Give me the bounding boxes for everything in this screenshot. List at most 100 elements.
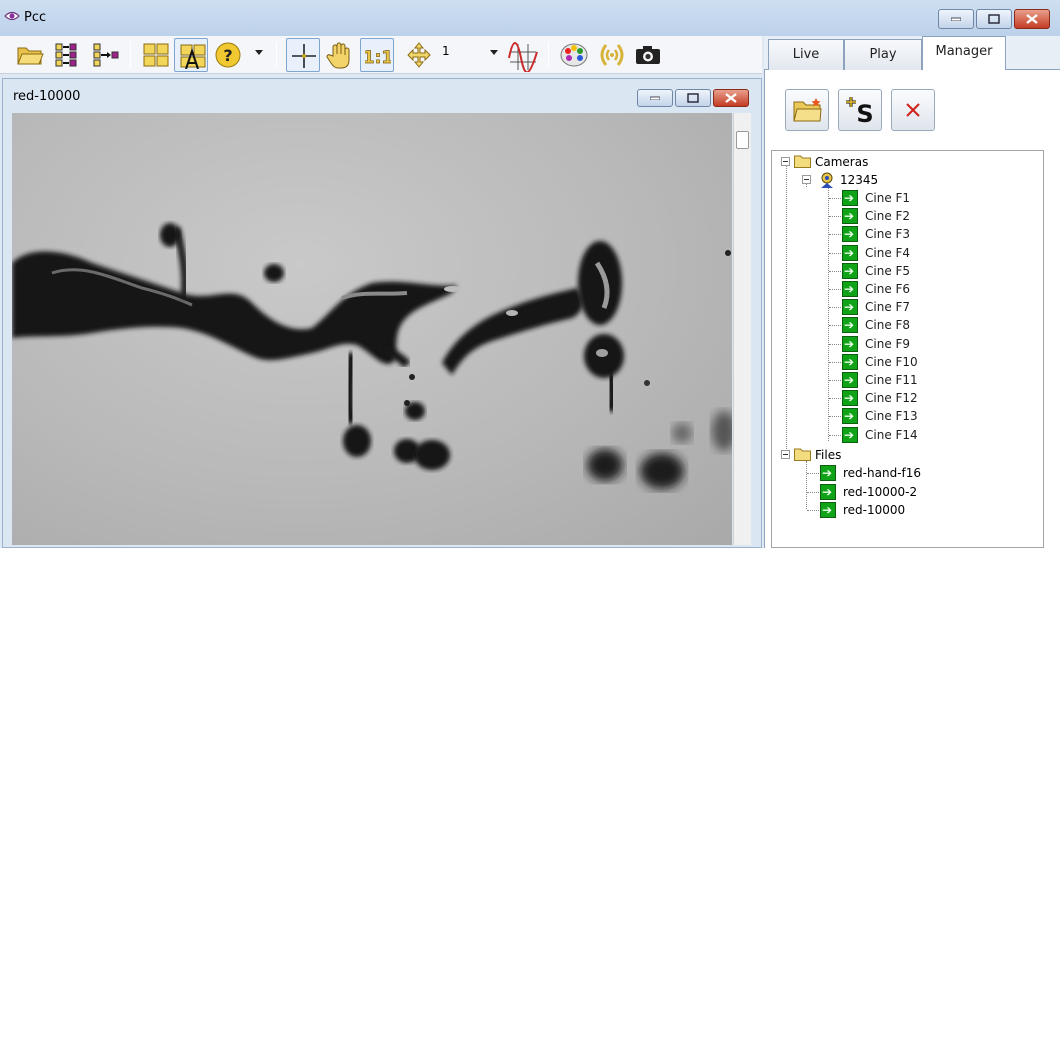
viewer-vertical-scrollbar[interactable] bbox=[733, 113, 751, 545]
app-window: Pcc ? 1:1 1 red-10000 Live Play Manager … bbox=[0, 0, 1060, 548]
side-panel: Live Play Manager S Cameras 12345 ➔ Cine… bbox=[764, 36, 1060, 548]
annotate-button[interactable] bbox=[174, 38, 208, 72]
tree-node-cine[interactable]: Cine F7 bbox=[772, 298, 1032, 316]
tree-node-cameras[interactable]: Cameras bbox=[772, 153, 1032, 171]
tree-label-cine: Cine F6 bbox=[865, 282, 911, 296]
tree-node-cine[interactable]: Cine F8 bbox=[772, 316, 1032, 334]
tree-node-cine[interactable]: Cine F3 bbox=[772, 225, 1032, 243]
tree-node-cine[interactable]: Cine F1 bbox=[772, 189, 1032, 207]
tree-label-cameras: Cameras bbox=[815, 155, 869, 169]
svg-text:?: ? bbox=[223, 46, 232, 65]
tree-node-cine[interactable]: Cine F2 bbox=[772, 207, 1032, 225]
add-s-icon: S bbox=[846, 97, 874, 125]
viewer-close-button[interactable] bbox=[713, 89, 749, 107]
viewer-minimize-button[interactable] bbox=[637, 89, 673, 107]
help-dropdown-arrow[interactable] bbox=[255, 50, 263, 55]
scrollbar-thumb[interactable] bbox=[736, 131, 749, 149]
tree-label-cine: Cine F10 bbox=[865, 354, 918, 369]
move-button[interactable] bbox=[402, 38, 436, 72]
tree-line bbox=[829, 398, 841, 400]
main-toolbar: ? 1:1 1 bbox=[0, 36, 762, 74]
cine-arrow-icon bbox=[842, 280, 858, 298]
crosshair-button[interactable] bbox=[286, 38, 320, 72]
tab-play[interactable]: Play bbox=[844, 39, 922, 70]
cine-arrow-icon bbox=[842, 389, 858, 407]
annotate-icon bbox=[180, 44, 206, 69]
tile-button[interactable] bbox=[138, 38, 172, 72]
minimize-button[interactable] bbox=[938, 9, 974, 29]
list-arrow-icon bbox=[93, 43, 119, 67]
tree-node-cine[interactable]: Cine F6 bbox=[772, 280, 1032, 298]
delete-button[interactable] bbox=[891, 89, 935, 131]
color-palette-button[interactable] bbox=[556, 38, 590, 72]
splash-image bbox=[12, 223, 732, 489]
crosshair-icon bbox=[292, 44, 316, 68]
help-button[interactable]: ? bbox=[210, 38, 244, 72]
tree-label-cine: Cine F12 bbox=[865, 391, 918, 406]
one-to-one-icon: 1:1 bbox=[365, 48, 391, 69]
tree-node-cine[interactable]: Cine F10 bbox=[772, 353, 1032, 371]
tree-label-files: Files bbox=[815, 448, 842, 462]
cine-arrow-icon bbox=[842, 407, 858, 425]
close-icon bbox=[725, 93, 737, 103]
layout-grid-button[interactable] bbox=[50, 38, 84, 72]
folder-icon bbox=[794, 448, 811, 461]
layout-list-button[interactable] bbox=[88, 38, 122, 72]
manager-panel: S Cameras 12345 ➔ Cine F1 ➔ Cine F2 ➔ Ci… bbox=[764, 70, 1060, 548]
cine-arrow-icon bbox=[842, 225, 858, 243]
tree-node-file[interactable]: red-hand-f16 bbox=[772, 464, 1032, 482]
tree-line bbox=[829, 252, 841, 254]
tree-node-cine[interactable]: Cine F9 bbox=[772, 335, 1032, 353]
video-frame[interactable] bbox=[12, 113, 732, 545]
tree-node-camera[interactable]: 12345 bbox=[772, 171, 1032, 189]
restore-icon bbox=[988, 14, 1000, 24]
camera-file-tree[interactable]: Cameras 12345 Cine F1 Cine F2 Cine F3 Cine … bbox=[771, 150, 1044, 548]
tree-node-cine[interactable]: Cine F5 bbox=[772, 262, 1032, 280]
tree-node-cine[interactable]: Cine F14 bbox=[772, 426, 1032, 444]
tree-node-files[interactable]: Files bbox=[772, 446, 1032, 464]
open-folder-button[interactable] bbox=[785, 89, 829, 131]
viewer-restore-button[interactable] bbox=[675, 89, 711, 107]
tab-manager[interactable]: Manager bbox=[922, 36, 1006, 71]
tree-node-file[interactable]: red-10000-2 bbox=[772, 483, 1032, 501]
collapse-cameras-toggle[interactable] bbox=[781, 157, 790, 166]
tree-label-cine: Cine F3 bbox=[865, 227, 911, 242]
tree-label-cine: Cine F13 bbox=[865, 409, 918, 424]
collapse-files-toggle[interactable] bbox=[781, 450, 790, 459]
cine-arrow-icon bbox=[842, 189, 858, 207]
add-camera-button[interactable]: S bbox=[838, 89, 882, 131]
palette-icon bbox=[560, 43, 588, 67]
tree-node-cine[interactable]: Cine F12 bbox=[772, 389, 1032, 407]
tree-node-cine[interactable]: Cine F13 bbox=[772, 407, 1032, 425]
close-button[interactable] bbox=[1014, 9, 1050, 29]
broadcast-icon bbox=[600, 44, 624, 66]
snapshot-button[interactable] bbox=[630, 38, 664, 72]
tree-label-cine: Cine F5 bbox=[865, 263, 911, 278]
tree-label-cine: Cine F4 bbox=[865, 245, 911, 260]
tree-label-cine: Cine F1 bbox=[865, 191, 911, 205]
pan-button[interactable] bbox=[322, 38, 356, 72]
zoom-dropdown-arrow[interactable] bbox=[490, 50, 498, 55]
zoom-value[interactable]: 1 bbox=[442, 44, 450, 58]
tree-line bbox=[829, 234, 841, 236]
tree-line bbox=[807, 510, 819, 511]
svg-text:S: S bbox=[856, 100, 873, 125]
tree-node-file[interactable]: red-10000 bbox=[772, 501, 1032, 519]
tree-node-cine[interactable]: Cine F11 bbox=[772, 371, 1032, 389]
sync-button[interactable] bbox=[594, 38, 628, 72]
cine-arrow-icon bbox=[842, 353, 858, 371]
open-button[interactable] bbox=[12, 38, 46, 72]
restore-icon bbox=[687, 93, 699, 103]
viewer-window: red-10000 bbox=[2, 78, 762, 548]
collapse-camera-toggle[interactable] bbox=[802, 175, 811, 184]
tree-line bbox=[829, 380, 841, 381]
actual-size-button[interactable]: 1:1 bbox=[360, 38, 394, 72]
tree-node-cine[interactable]: Cine F4 bbox=[772, 244, 1032, 262]
tree-label-cine: Cine F7 bbox=[865, 300, 911, 315]
waveform-button[interactable] bbox=[504, 38, 538, 72]
file-arrow-icon bbox=[820, 501, 836, 519]
tab-live[interactable]: Live bbox=[768, 39, 844, 70]
tree-line bbox=[829, 289, 841, 290]
tree-label-file: red-10000 bbox=[843, 503, 906, 517]
restore-button[interactable] bbox=[976, 9, 1012, 29]
